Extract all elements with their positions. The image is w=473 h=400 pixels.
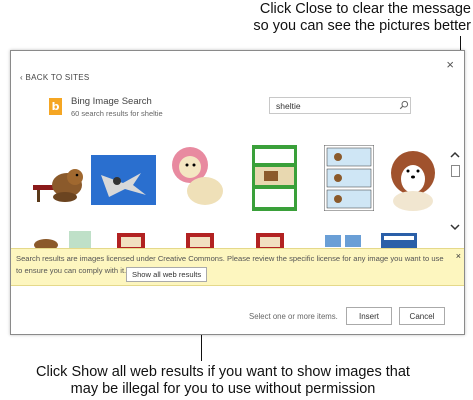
insert-button[interactable]: Insert (346, 307, 392, 325)
chevron-up-icon[interactable] (450, 151, 460, 159)
insert-pictures-dialog: × ‹ BACK TO SITES b Bing Image Search 60… (10, 50, 465, 335)
result-thumbnail[interactable] (69, 231, 91, 249)
cancel-button[interactable]: Cancel (399, 307, 445, 325)
result-thumbnail[interactable] (252, 145, 297, 211)
license-warning-text: Search results are images licensed under… (16, 254, 444, 275)
callout-top-line1: Click Close to clear the message (259, 1, 471, 17)
callout-show-all-instruction: Click Show all web results if you want t… (8, 364, 438, 398)
license-warning-bar: Search results are images licensed under… (11, 248, 464, 286)
callout-close-instruction: Click Close to clear the message so you … (171, 1, 471, 35)
result-thumbnail[interactable] (117, 233, 145, 249)
search-input[interactable] (269, 97, 411, 114)
result-thumbnail[interactable] (256, 233, 284, 249)
result-thumbnail[interactable] (323, 233, 363, 249)
result-thumbnail[interactable] (165, 143, 227, 211)
result-thumbnail[interactable] (324, 145, 374, 211)
bing-logo-icon: b (49, 98, 62, 115)
result-thumbnail[interactable] (31, 155, 89, 205)
callout-top-line2: so you can see the pictures better (253, 18, 471, 34)
back-to-sites-link[interactable]: ‹ BACK TO SITES (20, 73, 90, 82)
result-thumbnail[interactable] (91, 155, 156, 205)
search-icon[interactable] (399, 100, 409, 110)
show-all-web-results-button[interactable]: Show all web results (126, 267, 208, 282)
selection-status: Select one or more items. (249, 312, 338, 321)
callout-bottom-line1: Click Show all web results if you want t… (36, 364, 410, 380)
result-thumbnail[interactable] (381, 143, 443, 213)
result-thumbnail[interactable] (381, 233, 417, 249)
results-scrollbar[interactable] (450, 151, 462, 237)
provider-title: Bing Image Search (71, 96, 152, 107)
warning-close-icon[interactable]: × (456, 251, 461, 261)
provider-subtitle: 60 search results for sheltie (71, 109, 163, 118)
scrollbar-thumb[interactable] (451, 165, 460, 177)
result-thumbnail[interactable] (31, 231, 61, 249)
close-icon[interactable]: × (446, 57, 454, 72)
result-thumbnail[interactable] (186, 233, 214, 249)
callout-bottom-line2: may be illegal for you to use without pe… (70, 381, 376, 397)
chevron-down-icon[interactable] (450, 223, 460, 231)
